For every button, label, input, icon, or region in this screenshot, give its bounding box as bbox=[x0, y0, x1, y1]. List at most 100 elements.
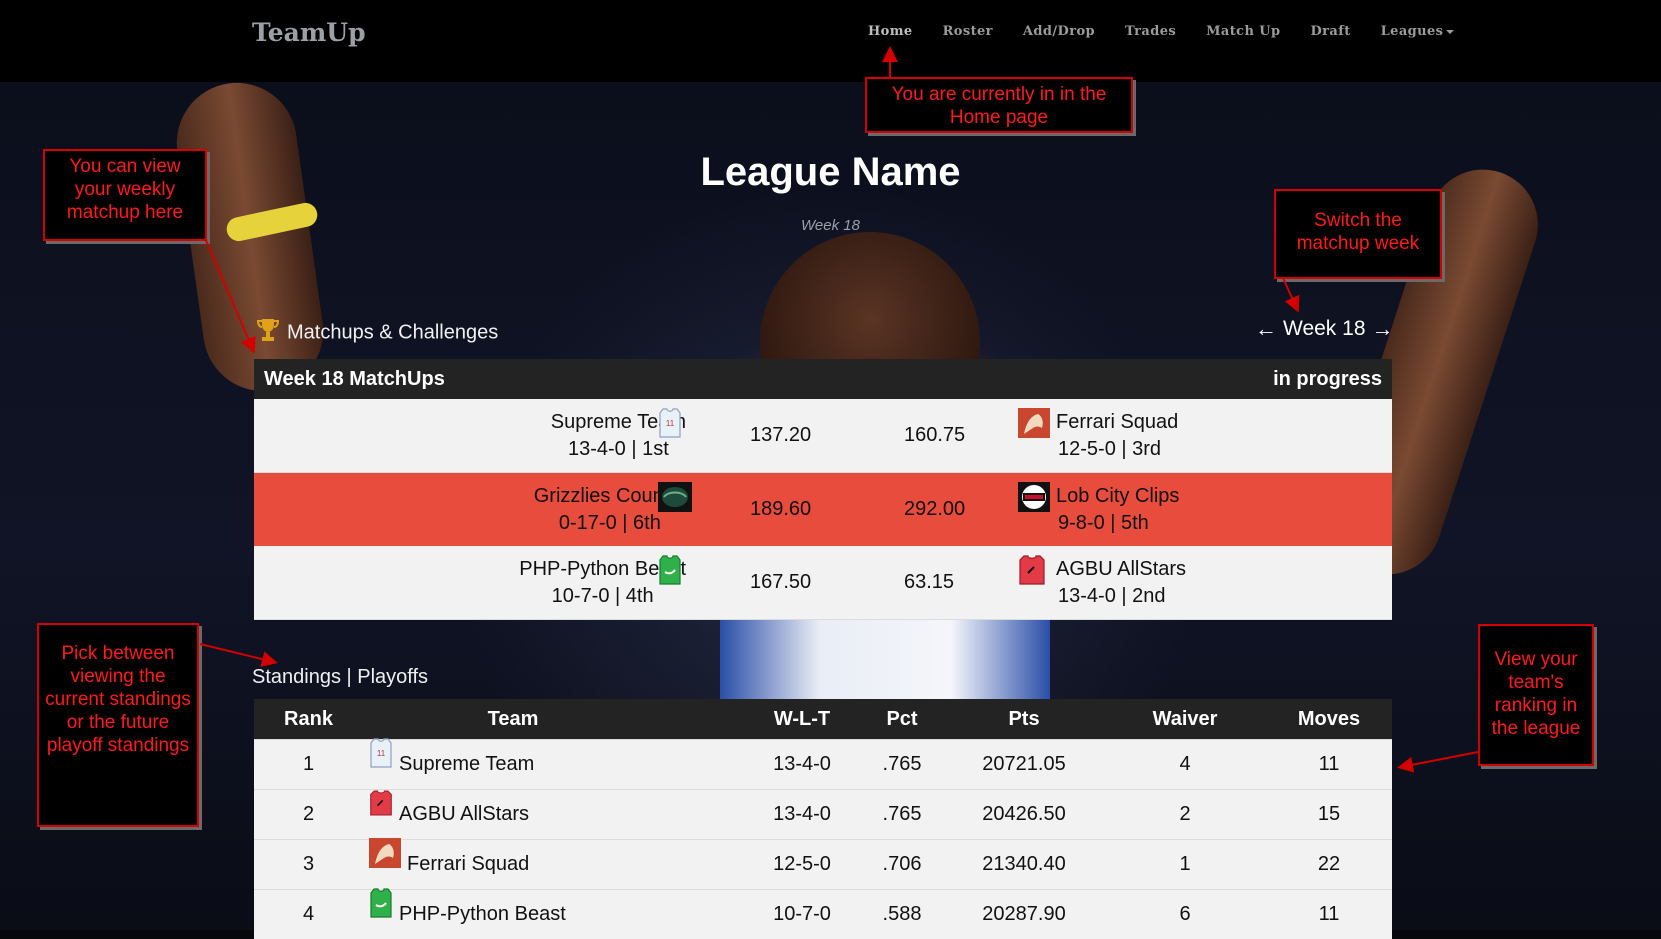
cell-wlt: 13-4-0 bbox=[773, 803, 831, 825]
cell-wlt: 13-4-0 bbox=[773, 753, 831, 775]
left-team-score: 137.20 bbox=[750, 424, 812, 446]
cell-moves: 22 bbox=[1317, 853, 1341, 875]
col-team[interactable]: Team bbox=[363, 699, 663, 739]
nav-leagues-dropdown[interactable]: Leagues bbox=[1381, 24, 1455, 39]
cell-pct: .765 bbox=[882, 803, 922, 825]
top-navbar: TeamUp Home Roster Add/Drop Trades Match… bbox=[0, 0, 1661, 82]
nav-trades[interactable]: Trades bbox=[1125, 24, 1176, 39]
right-team-record: 13-4-0 | 2nd bbox=[1058, 585, 1166, 607]
team-name: AGBU AllStars bbox=[399, 803, 530, 825]
right-team-name: AGBU AllStars bbox=[1056, 558, 1187, 580]
annotation-home: You are currently in in the Home page bbox=[865, 77, 1133, 133]
matchups-status: in progress bbox=[1273, 367, 1382, 390]
svg-text:11: 11 bbox=[666, 419, 675, 428]
matchup-row[interactable]: PHP-Python Beast 10-7-0 | 4th 167.50 63.… bbox=[254, 546, 1392, 620]
matchup-right-team[interactable]: Ferrari Squad 12-5-0 | 3rd bbox=[1056, 411, 1178, 461]
nav-roster[interactable]: Roster bbox=[943, 24, 993, 39]
col-pct[interactable]: Pct bbox=[860, 699, 944, 739]
cell-pts: 20287.90 bbox=[982, 903, 1066, 925]
week-switcher: ← Week 18 → bbox=[1255, 316, 1394, 342]
arrow-right-icon[interactable]: → bbox=[1372, 316, 1394, 342]
right-team-record: 9-8-0 | 5th bbox=[1058, 512, 1149, 534]
nav-add-drop[interactable]: Add/Drop bbox=[1023, 24, 1095, 39]
right-team-score: 160.75 bbox=[904, 424, 966, 446]
cell-moves: 11 bbox=[1318, 903, 1340, 925]
col-moves[interactable]: Moves bbox=[1266, 699, 1392, 739]
matchups-section-title: Matchups & Challenges bbox=[256, 318, 499, 348]
right-team-name: Lob City Clips bbox=[1056, 485, 1180, 507]
cell-pct: .706 bbox=[882, 853, 922, 875]
jersey-white-icon: 11 bbox=[369, 738, 393, 787]
matchups-section-label: Matchups & Challenges bbox=[287, 321, 499, 344]
jersey-white-icon: 11 bbox=[658, 408, 682, 444]
cell-waiver: 2 bbox=[1179, 803, 1191, 825]
cell-team[interactable]: AGBU AllStars bbox=[369, 790, 689, 839]
caret-down-icon bbox=[1446, 29, 1455, 34]
cell-waiver: 6 bbox=[1179, 903, 1191, 925]
trophy-icon bbox=[256, 318, 280, 348]
team-name: PHP-Python Beast bbox=[399, 903, 566, 925]
week-switch-label: Week 18 bbox=[1283, 317, 1366, 340]
cell-team[interactable]: PHP-Python Beast bbox=[369, 888, 689, 939]
brand-logo[interactable]: TeamUp bbox=[252, 18, 366, 47]
cell-pts: 20721.05 bbox=[982, 753, 1066, 775]
annotation-standings: Pick between viewing the current standin… bbox=[37, 623, 199, 827]
annotation-switch-week: Switch the matchup week bbox=[1274, 189, 1442, 279]
right-team-score: 292.00 bbox=[904, 498, 966, 520]
cell-team[interactable]: 11 Supreme Team bbox=[369, 738, 689, 789]
cell-moves: 15 bbox=[1317, 803, 1341, 825]
table-row[interactable]: 4 PHP-Python Beast 10-7-0 .588 20287.90 … bbox=[254, 888, 1392, 939]
cell-waiver: 1 bbox=[1179, 853, 1191, 875]
cell-rank: 3 bbox=[302, 853, 315, 875]
nav-home[interactable]: Home bbox=[868, 24, 913, 39]
table-row[interactable]: 3 Ferrari Squad 12-5-0 .706 21340.40 1 2… bbox=[254, 838, 1392, 889]
nav-match-up[interactable]: Match Up bbox=[1206, 24, 1280, 39]
matchups-table-title: Week 18 MatchUps bbox=[264, 367, 445, 390]
nav-draft[interactable]: Draft bbox=[1310, 24, 1350, 39]
annotation-ranking: View your team's ranking in the league bbox=[1478, 624, 1594, 766]
matchup-right-team[interactable]: AGBU AllStars 13-4-0 | 2nd bbox=[1056, 558, 1186, 608]
cell-pct: .588 bbox=[882, 903, 922, 925]
svg-text:11: 11 bbox=[377, 749, 386, 758]
matchup-right-team[interactable]: Lob City Clips 9-8-0 | 5th bbox=[1056, 485, 1179, 535]
cell-team[interactable]: Ferrari Squad bbox=[369, 838, 689, 889]
matchup-row[interactable]: Grizzlies Country 0-17-0 | 6th 189.60 29… bbox=[254, 473, 1392, 546]
main-nav: Home Roster Add/Drop Trades Match Up Dra… bbox=[868, 24, 1484, 39]
cell-wlt: 12-5-0 bbox=[773, 853, 831, 875]
team-name: Supreme Team bbox=[399, 753, 535, 775]
matchups-table: Week 18 MatchUps in progress Supreme Tea… bbox=[254, 359, 1392, 620]
jersey-green-icon bbox=[658, 555, 682, 591]
standings-toggle[interactable]: Standings | Playoffs bbox=[252, 666, 428, 689]
cell-pts: 21340.40 bbox=[982, 853, 1066, 875]
col-pts[interactable]: Pts bbox=[944, 699, 1104, 739]
standings-table: Rank Team W-L-T Pct Pts Waiver Moves 1 1… bbox=[254, 699, 1392, 939]
jersey-red-icon bbox=[1018, 555, 1046, 591]
grizzlies-logo-icon bbox=[658, 482, 692, 518]
right-team-record: 12-5-0 | 3rd bbox=[1058, 438, 1162, 460]
right-team-name: Ferrari Squad bbox=[1056, 411, 1179, 433]
cell-wlt: 10-7-0 bbox=[773, 903, 831, 925]
col-wlt[interactable]: W-L-T bbox=[750, 699, 854, 739]
clippers-logo-icon bbox=[1018, 482, 1050, 518]
standings-table-header: Rank Team W-L-T Pct Pts Waiver Moves bbox=[254, 699, 1392, 739]
col-rank[interactable]: Rank bbox=[254, 699, 363, 739]
raptors-icon bbox=[369, 838, 401, 887]
col-waiver[interactable]: Waiver bbox=[1104, 699, 1266, 739]
table-row[interactable]: 2 AGBU AllStars 13-4-0 .765 20426.50 2 1… bbox=[254, 789, 1392, 839]
matchup-row[interactable]: Supreme Team 13-4-0 | 1st 11 137.20 160.… bbox=[254, 399, 1392, 473]
left-team-score: 167.50 bbox=[750, 571, 812, 593]
left-team-score: 189.60 bbox=[750, 498, 812, 520]
nav-leagues-label: Leagues bbox=[1380, 24, 1444, 39]
cell-rank: 2 bbox=[302, 803, 315, 825]
cell-rank: 4 bbox=[302, 903, 315, 925]
cell-moves: 11 bbox=[1318, 753, 1340, 775]
right-team-score: 63.15 bbox=[904, 571, 955, 593]
arrow-left-icon[interactable]: ← bbox=[1255, 316, 1277, 342]
cell-pct: .765 bbox=[882, 753, 922, 775]
team-name: Ferrari Squad bbox=[407, 853, 530, 875]
cell-pts: 20426.50 bbox=[982, 803, 1066, 825]
table-row[interactable]: 1 11 Supreme Team 13-4-0 .765 20721.05 4 … bbox=[254, 738, 1392, 789]
cell-waiver: 4 bbox=[1179, 753, 1191, 775]
jersey-red-icon bbox=[369, 788, 393, 837]
cell-rank: 1 bbox=[302, 753, 315, 775]
